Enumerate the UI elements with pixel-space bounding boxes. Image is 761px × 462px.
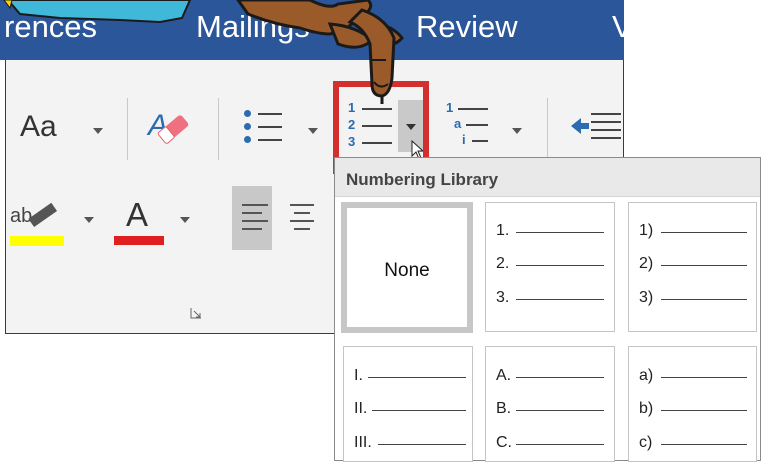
number-format-label: C. (496, 434, 512, 451)
multilevel-dropdown-icon[interactable] (512, 128, 522, 134)
number-format-label: 1. (496, 222, 510, 239)
align-left-button[interactable] (232, 186, 272, 250)
text-highlight-button[interactable]: ab (10, 200, 70, 250)
align-center-button[interactable] (286, 200, 318, 240)
numbering-option-lower-alpha[interactable]: a) b) c) (628, 346, 757, 462)
numbering-option-roman[interactable]: I. II. III. (343, 346, 473, 462)
svg-text:ab: ab (10, 205, 32, 227)
number-format-label: 3) (639, 289, 654, 306)
highlight-color-swatch (10, 236, 64, 246)
change-case-dropdown-icon[interactable] (93, 128, 103, 134)
bullet-icon (244, 123, 251, 130)
bullet-row (244, 122, 282, 132)
number-format-label: 1) (639, 222, 654, 239)
none-label: None (384, 260, 430, 281)
bullet-row (244, 135, 282, 145)
number-format-label: A. (496, 367, 512, 384)
number-format-label: 2) (639, 255, 654, 272)
numbering-library-panel: Numbering Library None 1. 2. 3. 1) 2) 3) (334, 157, 761, 462)
number-format-label: c) (639, 434, 653, 451)
cartoon-pointing-hand-illustration (3, 0, 404, 104)
dialog-launcher-icon (190, 308, 201, 319)
numbering-library-header: Numbering Library (346, 170, 499, 189)
numbering-option-upper-alpha[interactable]: A. B. C. (485, 346, 615, 462)
number-format-label: 2. (496, 255, 510, 272)
highlighter-icon: ab (10, 202, 64, 246)
number-format-label: 3. (496, 289, 510, 306)
numbering-option-decimal[interactable]: 1. 2. 3. (485, 202, 615, 332)
number-format-label: a) (639, 367, 654, 384)
dialog-launcher-button[interactable] (190, 306, 202, 319)
panel-header: Numbering Library (335, 158, 760, 197)
number-format-label: b) (639, 400, 654, 417)
numbering-option-none[interactable]: None (341, 202, 473, 333)
multilevel-glyph: i (462, 132, 466, 147)
font-color-button[interactable]: A (114, 196, 164, 252)
number-format-label: B. (496, 400, 512, 417)
font-color-letter: A (126, 196, 149, 233)
number-format-label: III. (354, 434, 372, 451)
number-format-label: I. (354, 367, 363, 384)
bullets-dropdown-icon[interactable] (308, 128, 318, 134)
bullet-icon (244, 136, 251, 143)
numbering-option-decimal-paren[interactable]: 1) 2) 3) (628, 202, 757, 332)
number-format-label: II. (354, 400, 368, 417)
highlight-dropdown-icon[interactable] (84, 217, 94, 223)
font-color-swatch (114, 236, 164, 245)
font-color-dropdown-icon[interactable] (180, 217, 190, 223)
